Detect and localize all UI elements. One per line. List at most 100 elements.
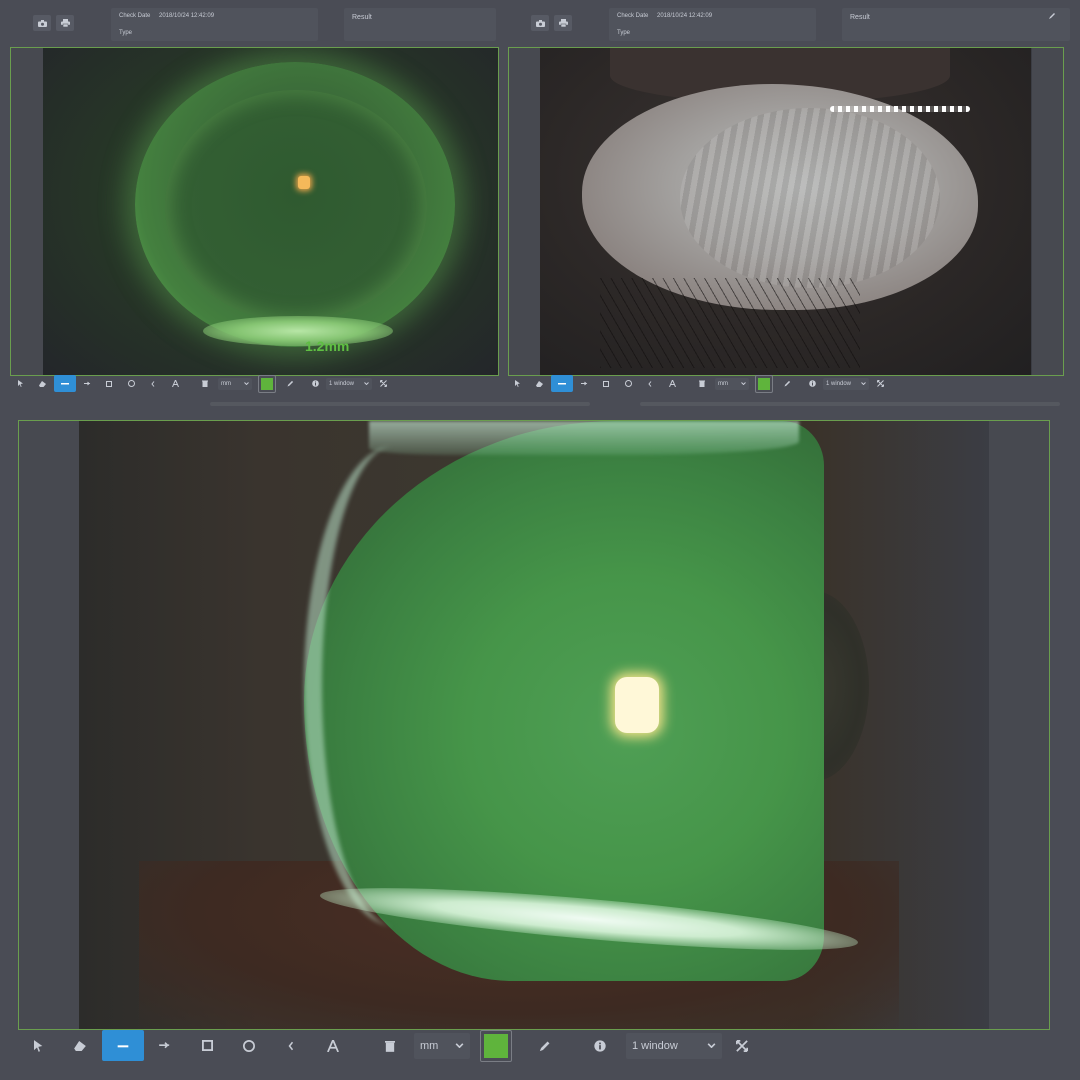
- window-layout-select[interactable]: 1 window: [626, 1032, 722, 1059]
- camera-button-right[interactable]: [531, 15, 549, 31]
- text-tool[interactable]: [661, 375, 683, 392]
- trash-icon: [385, 1040, 395, 1052]
- pointer-tool[interactable]: [20, 1030, 58, 1061]
- scrollbar-right[interactable]: [640, 402, 1060, 406]
- delete-button[interactable]: [196, 375, 214, 392]
- circle-tool[interactable]: [228, 1030, 270, 1061]
- arrow-tool[interactable]: [573, 375, 595, 392]
- unit-select[interactable]: mm: [715, 377, 749, 390]
- result-label: Result: [352, 14, 372, 21]
- pointer-tool[interactable]: [12, 375, 30, 392]
- pencil-icon: [784, 380, 790, 387]
- delete-button[interactable]: [693, 375, 711, 392]
- text-tool[interactable]: [312, 1030, 354, 1061]
- info-button[interactable]: [801, 375, 823, 392]
- everted-eyelid-image[interactable]: [540, 48, 1031, 375]
- rectangle-tool[interactable]: [98, 375, 120, 392]
- image-panel-left[interactable]: 1.2mm: [10, 47, 499, 376]
- chevron-down-icon: [455, 1043, 464, 1048]
- color-picker[interactable]: [755, 374, 773, 393]
- check-date-value: 2018/10/24 12:42:09: [159, 13, 215, 19]
- print-button-left[interactable]: [56, 15, 74, 31]
- eraser-icon: [74, 1040, 86, 1051]
- eraser-icon: [535, 380, 543, 387]
- chevron-down-icon: [741, 382, 746, 385]
- chevron-down-icon: [861, 382, 866, 385]
- eraser-tool[interactable]: [58, 1030, 102, 1061]
- info-button[interactable]: [578, 1030, 622, 1061]
- circle-tool[interactable]: [120, 375, 142, 392]
- panel-margin-right: [1032, 48, 1063, 375]
- print-button-right[interactable]: [554, 15, 572, 31]
- line-tool[interactable]: [102, 1030, 144, 1061]
- arrow-tool[interactable]: [76, 375, 98, 392]
- window-layout-select[interactable]: 1 window: [823, 377, 869, 390]
- fullscreen-icon: [379, 380, 387, 387]
- camera-icon: [535, 19, 545, 27]
- result-box-left[interactable]: Result: [344, 8, 496, 41]
- type-label: Type: [617, 30, 631, 36]
- image-panel-main[interactable]: [18, 420, 1050, 1030]
- window-layout-value: 1 window: [826, 380, 852, 387]
- pencil-tool[interactable]: [773, 375, 801, 392]
- unit-select[interactable]: mm: [218, 377, 252, 390]
- text-icon: [327, 1039, 339, 1052]
- fullscreen-button[interactable]: [869, 375, 891, 392]
- angle-tool[interactable]: [639, 375, 661, 392]
- line-tool[interactable]: [54, 375, 76, 392]
- text-icon: [171, 380, 179, 387]
- fullscreen-button[interactable]: [372, 375, 394, 392]
- toolbar-left: mm 1 window: [12, 374, 394, 393]
- toolbar-right: mm 1 window: [509, 374, 891, 393]
- scrollbar-left[interactable]: [210, 402, 590, 406]
- window-layout-select[interactable]: 1 window: [326, 377, 372, 390]
- measurement-label[interactable]: 1.2mm: [305, 338, 349, 354]
- text-tool[interactable]: [164, 375, 186, 392]
- pointer-icon: [34, 1039, 43, 1052]
- rectangle-tool[interactable]: [595, 375, 617, 392]
- unit-select-value: mm: [221, 380, 231, 387]
- circle-icon: [624, 380, 632, 387]
- unit-select[interactable]: mm: [414, 1032, 470, 1059]
- eraser-tool[interactable]: [527, 375, 551, 392]
- check-date-value: 2018/10/24 12:42:09: [657, 13, 713, 19]
- rectangle-icon: [603, 380, 609, 387]
- panel-margin-left: [11, 48, 43, 375]
- info-button[interactable]: [304, 375, 326, 392]
- angle-tool[interactable]: [270, 1030, 312, 1061]
- text-icon: [668, 380, 676, 387]
- angle-tool[interactable]: [142, 375, 164, 392]
- line-icon: [117, 1044, 129, 1047]
- pencil-tool[interactable]: [276, 375, 304, 392]
- color-picker[interactable]: [258, 374, 276, 393]
- eraser-tool[interactable]: [30, 375, 54, 392]
- fullscreen-button[interactable]: [722, 1030, 762, 1061]
- color-picker[interactable]: [480, 1029, 512, 1062]
- print-icon: [60, 19, 70, 27]
- line-icon: [558, 383, 566, 385]
- arrow-icon: [580, 381, 587, 385]
- result-box-right[interactable]: Result: [842, 8, 1070, 41]
- circle-tool[interactable]: [617, 375, 639, 392]
- check-info-box-left: Check Date 2018/10/24 12:42:09 Type: [111, 8, 318, 41]
- check-date-label: Check Date: [119, 13, 151, 19]
- pointer-tool[interactable]: [509, 375, 527, 392]
- delete-button[interactable]: [372, 1030, 408, 1061]
- arrow-tool[interactable]: [144, 1030, 186, 1061]
- rectangle-tool[interactable]: [186, 1030, 228, 1061]
- rectangle-icon: [106, 380, 112, 387]
- pen-color-swatch: [758, 377, 770, 390]
- fluorescein-cornea-image[interactable]: 1.2mm: [43, 48, 498, 375]
- unit-select-value: mm: [718, 380, 728, 387]
- pencil-tool[interactable]: [512, 1030, 578, 1061]
- edit-icon[interactable]: [1048, 12, 1056, 20]
- camera-icon: [37, 19, 47, 27]
- line-tool[interactable]: [551, 375, 573, 392]
- window-layout-value: 1 window: [632, 1039, 678, 1052]
- toolbar-main: mm 1 window: [20, 1029, 762, 1062]
- fluorescein-cornea-closeup-image[interactable]: [79, 421, 989, 1029]
- image-panel-right[interactable]: [508, 47, 1064, 376]
- line-icon: [61, 383, 69, 385]
- pencil-icon: [287, 380, 293, 387]
- camera-button-left[interactable]: [33, 15, 51, 31]
